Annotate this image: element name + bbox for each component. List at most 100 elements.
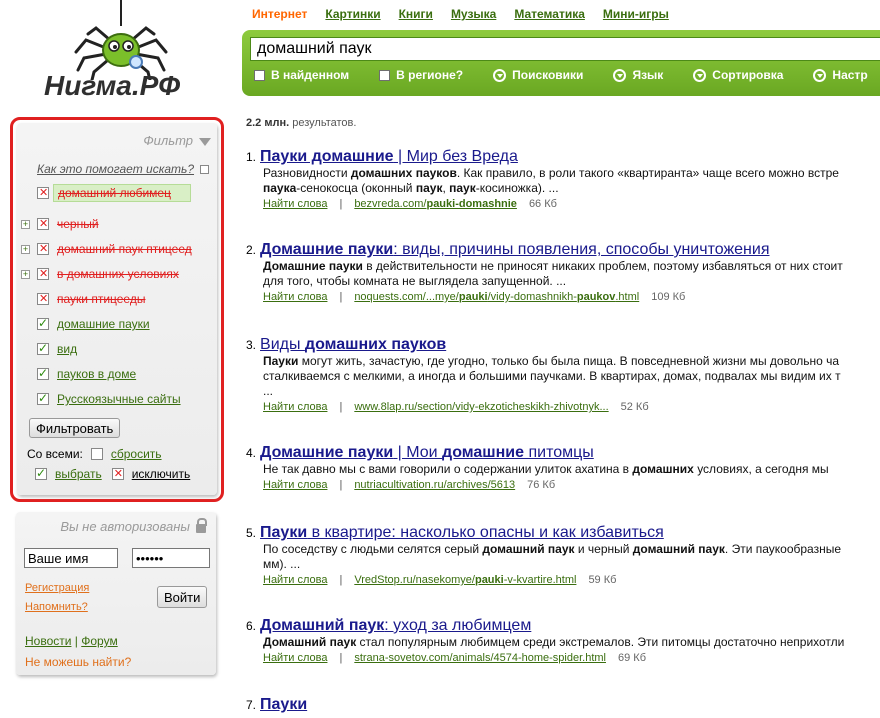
find-words-link[interactable]: Найти слова — [263, 291, 327, 303]
select-all-checkbox[interactable] — [35, 466, 47, 480]
url-part[interactable]: pauki — [459, 291, 488, 303]
title-part[interactable]: питомцы — [524, 444, 593, 461]
result-url[interactable]: VredStop.ru/nasekomye/pauki-v-kvartire.h… — [354, 574, 576, 586]
option-label[interactable]: Язык — [632, 68, 663, 82]
reset-checkbox[interactable] — [90, 448, 103, 460]
filter-item-label[interactable]: домашний любимец — [53, 184, 191, 202]
exclude-checkbox[interactable] — [37, 267, 49, 280]
result-title-link[interactable]: Виды домашних пауков — [260, 336, 446, 353]
title-part[interactable]: | Мои — [393, 444, 442, 461]
url-part[interactable]: nutriacultivation.ru/archives/5613 — [354, 479, 515, 491]
search-option[interactable]: В найденном — [254, 68, 349, 82]
result-url[interactable]: bezvreda.com/pauki-domashnie — [354, 198, 517, 210]
find-words-link[interactable]: Найти слова — [263, 198, 327, 210]
expand-plus-icon[interactable]: + — [21, 269, 30, 279]
filter-item-label[interactable]: домашний паук птицеед — [57, 242, 192, 256]
filter-item-label[interactable]: черный — [57, 217, 99, 231]
title-part[interactable]: домашние — [442, 444, 524, 461]
filter-item-label[interactable]: пауки птицееды — [57, 292, 145, 306]
filter-item-label[interactable]: Русскоязычные сайты — [57, 392, 181, 406]
option-label[interactable]: Поисковики — [512, 68, 583, 82]
login-button[interactable]: Войти — [157, 586, 208, 608]
exclude-checkbox[interactable] — [37, 292, 49, 305]
title-part[interactable]: Пауки — [260, 524, 307, 541]
expand-box-icon[interactable] — [200, 164, 210, 174]
result-url[interactable]: noquests.com/...mye/pauki/vidy-domashnik… — [354, 291, 639, 303]
title-part[interactable]: Пауки домашние — [260, 148, 394, 165]
title-part[interactable]: Домашний паук — [260, 617, 384, 634]
result-title-link[interactable]: Домашние пауки: виды, причины появления,… — [260, 241, 769, 258]
result-url[interactable]: www.8lap.ru/section/vidy-ekzoticheskikh-… — [354, 401, 608, 413]
result-title-link[interactable]: Пауки — [260, 696, 307, 713]
filter-help-text[interactable]: Как это помогает искать? — [37, 162, 194, 176]
search-option[interactable]: Настр — [813, 68, 868, 82]
reset-link[interactable]: сбросить — [111, 447, 162, 461]
option-label[interactable]: В найденном — [271, 68, 349, 82]
exclude-checkbox[interactable] — [37, 186, 49, 199]
filter-item-label[interactable]: в домашних условиях — [57, 267, 179, 281]
url-part[interactable]: pauki — [475, 574, 504, 586]
nav-item[interactable]: Математика — [514, 7, 585, 21]
option-checkbox[interactable] — [379, 69, 391, 81]
result-title-link[interactable]: Домашние пауки | Мои домашние питомцы — [260, 444, 594, 461]
exclude-checkbox[interactable] — [37, 217, 49, 230]
register-link[interactable]: Регистрация — [25, 582, 89, 594]
filter-button[interactable]: Фильтровать — [29, 418, 121, 438]
option-label[interactable]: Сортировка — [712, 68, 783, 82]
filter-item-label[interactable]: вид — [57, 342, 77, 356]
password-field[interactable] — [132, 548, 210, 568]
title-part[interactable]: Пауки — [260, 696, 307, 713]
filter-item-label[interactable]: пауков в доме — [57, 367, 136, 381]
option-label[interactable]: В регионе? — [396, 68, 463, 82]
title-part[interactable]: Домашние пауки — [260, 241, 393, 258]
cant-find-link[interactable]: Не можешь найти? — [25, 655, 131, 669]
option-checkbox[interactable] — [254, 69, 265, 81]
result-title-link[interactable]: Домашний паук: уход за любимцем — [260, 617, 531, 634]
url-part[interactable]: strana-sovetov.com/animals/4574-home-spi… — [354, 652, 606, 664]
username-field[interactable] — [24, 548, 118, 568]
title-part[interactable]: : уход за любимцем — [384, 617, 531, 634]
expand-plus-icon[interactable]: + — [21, 244, 30, 254]
title-part[interactable]: Виды — [260, 336, 305, 353]
result-url[interactable]: nutriacultivation.ru/archives/5613 — [354, 479, 515, 491]
search-option[interactable]: Поисковики — [493, 68, 583, 82]
find-words-link[interactable]: Найти слова — [263, 652, 327, 664]
expand-plus-icon[interactable]: + — [21, 219, 30, 229]
url-part[interactable]: www.8lap.ru/section/vidy-ekzoticheskikh-… — [354, 401, 608, 413]
nigma-logo[interactable]: Нигма.РФ — [36, 0, 206, 110]
url-part[interactable]: .html — [615, 291, 639, 303]
title-part[interactable]: | Мир без Вреда — [394, 148, 518, 165]
find-words-link[interactable]: Найти слова — [263, 401, 327, 413]
result-title-link[interactable]: Пауки в квартире: насколько опасны и как… — [260, 524, 664, 541]
title-part[interactable]: домашних пауков — [305, 336, 446, 353]
url-part[interactable]: -v-kvartire.html — [504, 574, 577, 586]
include-checkbox[interactable] — [37, 391, 49, 405]
select-all-link[interactable]: выбрать — [55, 467, 102, 481]
url-part[interactable]: bezvreda.com/ — [354, 198, 426, 210]
forum-link[interactable]: Форум — [81, 634, 117, 648]
search-option[interactable]: Язык — [613, 68, 663, 82]
news-link[interactable]: Новости — [25, 634, 71, 648]
title-part[interactable]: : виды, причины появления, способы уничт… — [393, 241, 769, 258]
remind-link[interactable]: Напомнить? — [25, 601, 88, 613]
exclude-all-checkbox[interactable] — [111, 467, 124, 480]
include-checkbox[interactable] — [37, 341, 49, 355]
url-part[interactable]: noquests.com/...mye/ — [354, 291, 459, 303]
url-part[interactable]: /vidy-domashnikh- — [488, 291, 577, 303]
search-option[interactable]: Сортировка — [693, 68, 783, 82]
url-part[interactable]: VredStop.ru/nasekomye/ — [354, 574, 475, 586]
result-url[interactable]: strana-sovetov.com/animals/4574-home-spi… — [354, 652, 606, 664]
search-option[interactable]: В регионе? — [379, 68, 463, 82]
exclude-checkbox[interactable] — [37, 242, 49, 255]
include-checkbox[interactable] — [37, 316, 49, 330]
title-part[interactable]: Домашние пауки — [260, 444, 393, 461]
find-words-link[interactable]: Найти слова — [263, 479, 327, 491]
filter-item-label[interactable]: домашние пауки — [57, 317, 150, 331]
nav-item[interactable]: Интернет — [252, 7, 307, 21]
find-words-link[interactable]: Найти слова — [263, 574, 327, 586]
title-part[interactable]: в квартире: насколько опасны и как избав… — [307, 524, 664, 541]
option-label[interactable]: Настр — [832, 68, 867, 82]
nav-item[interactable]: Книги — [399, 7, 433, 21]
include-checkbox[interactable] — [37, 366, 49, 380]
nav-item[interactable]: Мини-игры — [603, 7, 669, 21]
